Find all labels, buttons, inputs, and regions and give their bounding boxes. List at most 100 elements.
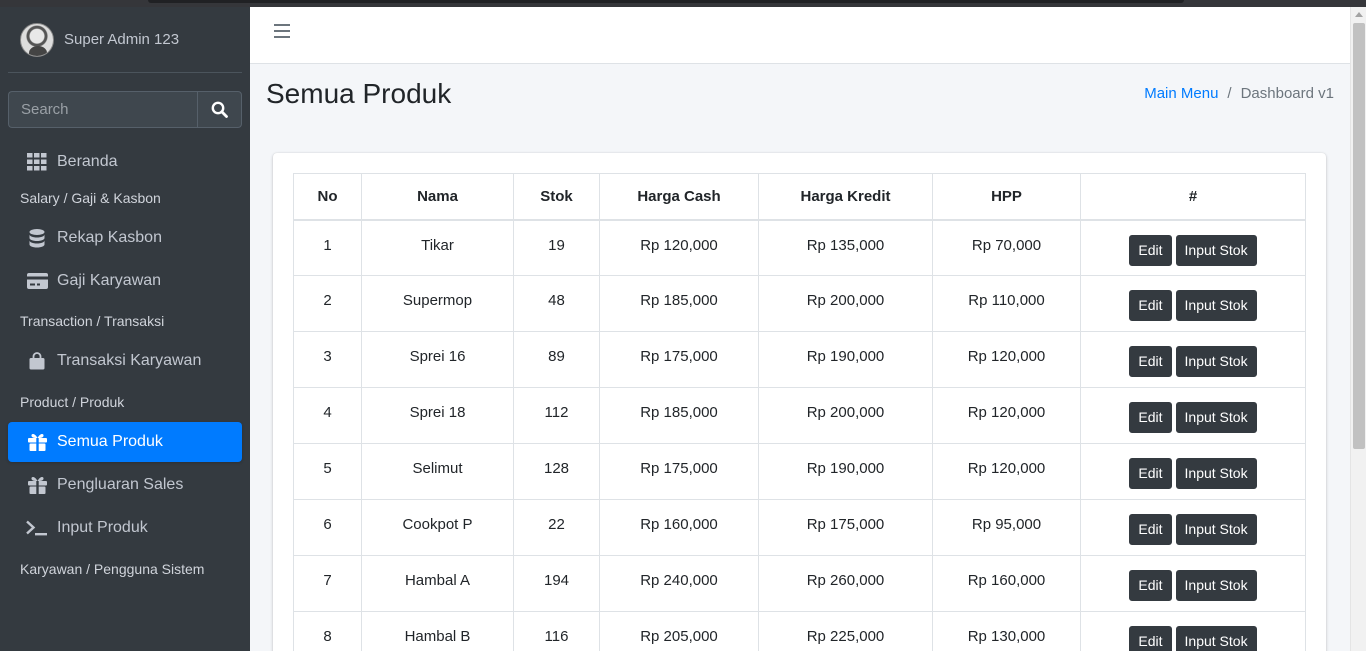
table-cell: Rp 185,000 xyxy=(599,275,759,332)
nav-header-salary-gaji-kasbon: Salary / Gaji & Kasbon xyxy=(20,190,161,206)
sidebar-item-transaksi-karyawan[interactable]: Transaksi Karyawan xyxy=(8,341,242,381)
table-row: 8 Hambal B 116 Rp 205,000 Rp 225,000 Rp 130,0… xyxy=(293,611,1306,651)
products-table: No Nama Stok Harga Cash Harga Kredit HPP # 1 Ti… xyxy=(293,173,1306,651)
breadcrumb: Main Menu / Dashboard v1 xyxy=(1144,85,1334,102)
input-stok-button[interactable]: Input Stok xyxy=(1175,570,1257,601)
scroll-up-arrow[interactable] xyxy=(1355,12,1363,17)
sidebar-item-input-produk[interactable]: Input Produk xyxy=(8,508,242,548)
input-stok-button[interactable]: Input Stok xyxy=(1175,626,1257,651)
breadcrumb-main-menu[interactable]: Main Menu xyxy=(1144,85,1218,102)
column-header: # xyxy=(1080,173,1306,221)
column-header: Harga Cash xyxy=(599,173,759,221)
edit-button[interactable]: Edit xyxy=(1129,402,1172,433)
table-cell: 8 xyxy=(293,611,362,651)
table-cell: Rp 160,000 xyxy=(599,499,759,556)
menu-toggle-icon[interactable] xyxy=(274,24,290,40)
nav-header-product-produk: Product / Produk xyxy=(20,394,125,410)
table-cell: Rp 205,000 xyxy=(599,611,759,651)
table-cell: Rp 120,000 xyxy=(599,219,759,276)
edit-button[interactable]: Edit xyxy=(1129,346,1172,377)
sidebar-item-semua-produk[interactable]: Semua Produk xyxy=(8,422,242,462)
table-cell: 194 xyxy=(513,555,600,612)
table-row: 1 Tikar 19 Rp 120,000 Rp 135,000 Rp 70,000 Edi… xyxy=(293,219,1306,276)
edit-button[interactable]: Edit xyxy=(1129,290,1172,321)
sidebar-item-label: Rekap Kasbon xyxy=(57,229,162,246)
sidebar-item-rekap-kasbon[interactable]: Rekap Kasbon xyxy=(8,218,242,258)
nav-header-transaction-transaksi: Transaction / Transaksi xyxy=(20,313,165,329)
sidebar: Super Admin 123 Beranda Salary / Gaji & K… xyxy=(0,7,250,651)
scrollbar-thumb[interactable] xyxy=(1353,23,1365,449)
table-cell: Rp 160,000 xyxy=(932,555,1081,612)
products-card: No Nama Stok Harga Cash Harga Kredit HPP # 1 Ti… xyxy=(273,153,1326,651)
table-row: 7 Hambal A 194 Rp 240,000 Rp 260,000 Rp 160,0… xyxy=(293,555,1306,612)
page-scrollbar[interactable] xyxy=(1350,7,1366,651)
table-cell: Rp 130,000 xyxy=(932,611,1081,651)
actions-cell: Edit Input Stok xyxy=(1080,555,1306,612)
sidebar-item-label: Input Produk xyxy=(57,519,148,536)
sidebar-item-label: Pengluaran Sales xyxy=(57,476,184,493)
table-cell: 112 xyxy=(513,387,600,444)
sidebar-item-label: Beranda xyxy=(57,153,118,170)
column-header: No xyxy=(293,173,362,221)
actions-cell: Edit Input Stok xyxy=(1080,443,1306,500)
table-cell: Hambal B xyxy=(361,611,514,651)
table-cell: 2 xyxy=(293,275,362,332)
sidebar-item-beranda[interactable]: Beranda xyxy=(8,142,242,182)
edit-button[interactable]: Edit xyxy=(1129,234,1172,266)
input-stok-button[interactable]: Input Stok xyxy=(1175,402,1257,433)
search-input[interactable] xyxy=(8,91,197,128)
table-cell: 19 xyxy=(513,219,600,276)
input-stok-button[interactable]: Input Stok xyxy=(1175,290,1257,321)
table-cell: Supermop xyxy=(361,275,514,332)
table-header-row: No Nama Stok Harga Cash Harga Kredit HPP # xyxy=(293,173,1306,221)
nav-header-karyawan-pengguna-sistem: Karyawan / Pengguna Sistem xyxy=(20,561,205,577)
table-cell: 1 xyxy=(293,219,362,276)
table-cell: 6 xyxy=(293,499,362,556)
table-cell: Rp 240,000 xyxy=(599,555,759,612)
grid-icon xyxy=(26,151,48,173)
search-icon xyxy=(211,101,228,118)
edit-button[interactable]: Edit xyxy=(1129,514,1172,545)
table-cell: Rp 185,000 xyxy=(599,387,759,444)
column-header: Nama xyxy=(361,173,514,221)
user-panel[interactable]: Super Admin 123 xyxy=(8,7,242,73)
table-cell: Sprei 18 xyxy=(361,387,514,444)
table-cell: 128 xyxy=(513,443,600,500)
column-header: HPP xyxy=(932,173,1081,221)
actions-cell: Edit Input Stok xyxy=(1080,331,1306,388)
sidebar-item-pengluaran-sales[interactable]: Pengluaran Sales xyxy=(8,465,242,505)
table-cell: Rp 190,000 xyxy=(758,331,933,388)
table-row: 2 Supermop 48 Rp 185,000 Rp 200,000 Rp 110,00… xyxy=(293,275,1306,332)
table-cell: 48 xyxy=(513,275,600,332)
table-cell: 4 xyxy=(293,387,362,444)
input-stok-button[interactable]: Input Stok xyxy=(1175,346,1257,377)
table-cell: Selimut xyxy=(361,443,514,500)
actions-cell: Edit Input Stok xyxy=(1080,611,1306,651)
table-body: 1 Tikar 19 Rp 120,000 Rp 135,000 Rp 70,000 Edi… xyxy=(293,219,1306,651)
input-stok-button[interactable]: Input Stok xyxy=(1175,458,1257,489)
table-cell: Rp 175,000 xyxy=(599,443,759,500)
gift-icon xyxy=(26,474,48,496)
search-button[interactable] xyxy=(197,91,242,128)
browser-top-strip xyxy=(0,0,1366,7)
table-cell: Rp 200,000 xyxy=(758,275,933,332)
table-cell: Rp 120,000 xyxy=(932,331,1081,388)
shopping-bag-icon xyxy=(26,350,48,372)
table-cell: Rp 175,000 xyxy=(599,331,759,388)
edit-button[interactable]: Edit xyxy=(1129,626,1172,651)
table-cell: 5 xyxy=(293,443,362,500)
actions-cell: Edit Input Stok xyxy=(1080,275,1306,332)
table-cell: Hambal A xyxy=(361,555,514,612)
edit-button[interactable]: Edit xyxy=(1129,458,1172,489)
sidebar-item-gaji-karyawan[interactable]: Gaji Karyawan xyxy=(8,261,242,301)
table-cell: Cookpot P xyxy=(361,499,514,556)
input-stok-button[interactable]: Input Stok xyxy=(1175,234,1257,266)
edit-button[interactable]: Edit xyxy=(1129,570,1172,601)
table-cell: Rp 190,000 xyxy=(758,443,933,500)
column-header: Stok xyxy=(513,173,600,221)
input-stok-button[interactable]: Input Stok xyxy=(1175,514,1257,545)
sidebar-item-label: Gaji Karyawan xyxy=(57,272,162,289)
table-row: 4 Sprei 18 112 Rp 185,000 Rp 200,000 Rp 120,0… xyxy=(293,387,1306,444)
terminal-icon xyxy=(26,517,48,539)
table-cell: Rp 110,000 xyxy=(932,275,1081,332)
